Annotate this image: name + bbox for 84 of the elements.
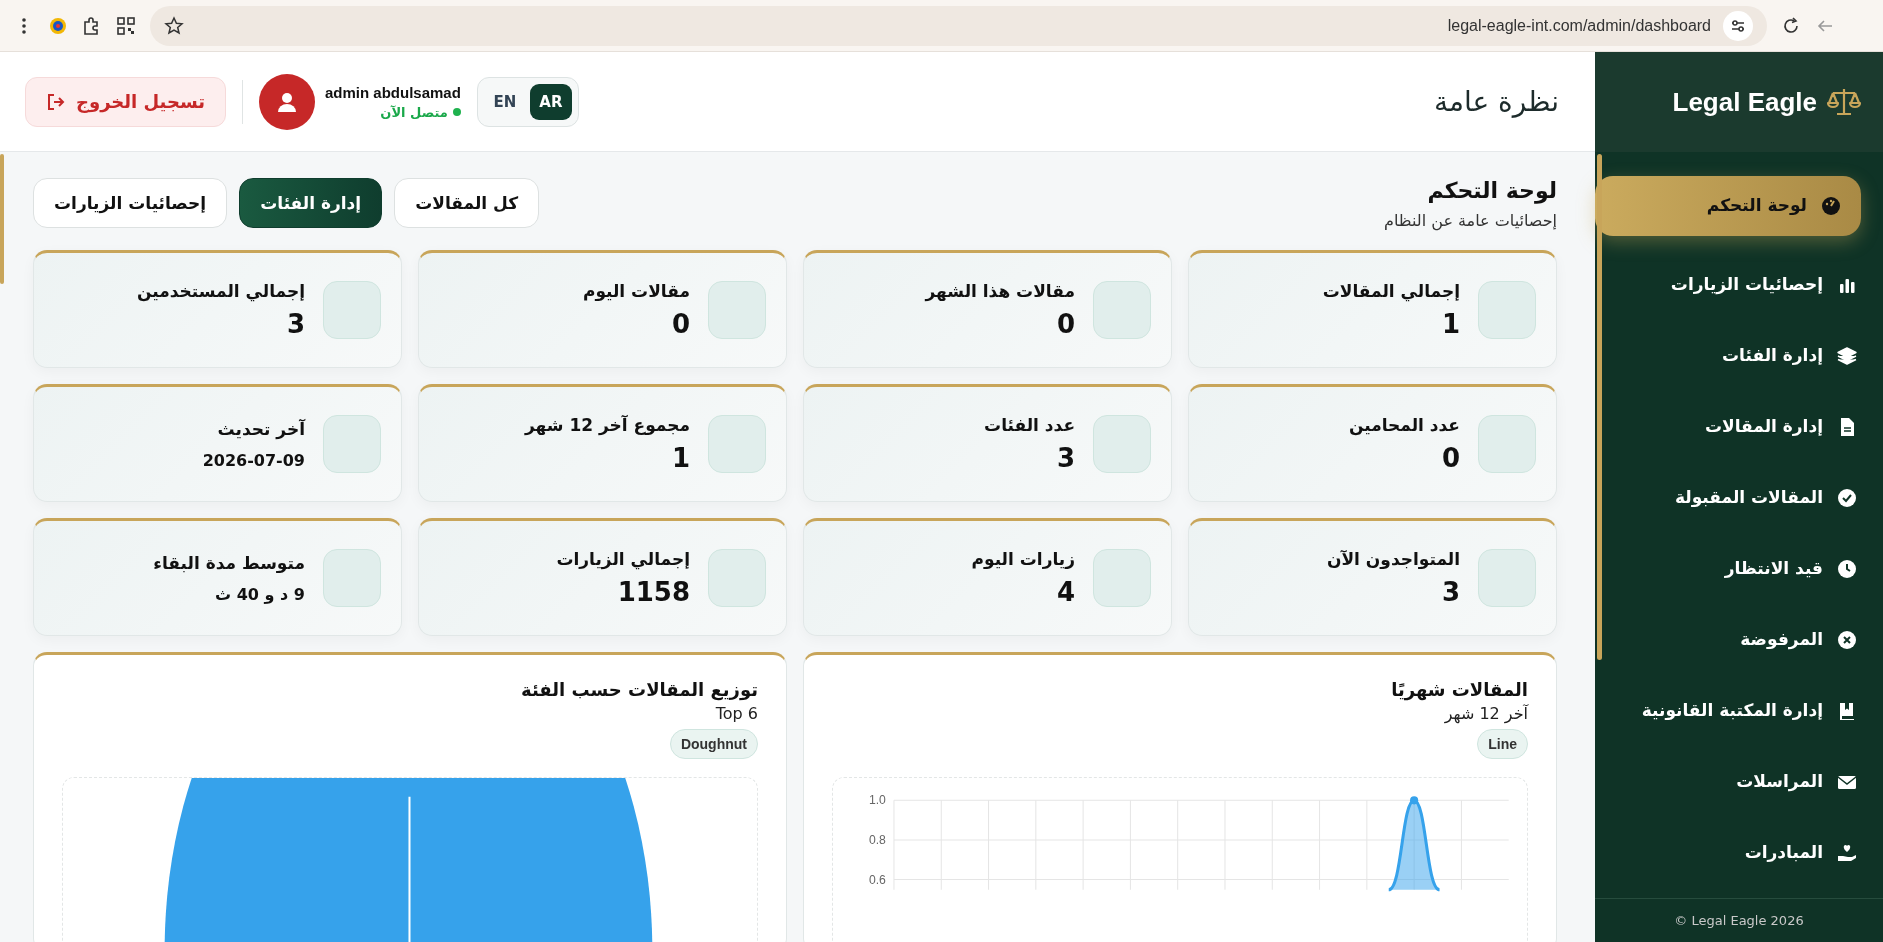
icon-tile xyxy=(1478,415,1536,473)
address-bar[interactable]: legal-eagle-int.com/admin/dashboard xyxy=(150,5,1767,46)
user-name: admin abdulsamad xyxy=(325,83,461,101)
icon-tile xyxy=(323,549,381,607)
scales-icon xyxy=(1827,87,1861,117)
action-button[interactable]: كل المقالات xyxy=(394,178,540,228)
stat-value: 1 xyxy=(1440,309,1460,339)
stat-value: 3 xyxy=(285,309,305,339)
qr-code-icon[interactable] xyxy=(116,15,136,36)
icon-tile xyxy=(708,549,766,607)
icon-tile xyxy=(323,415,381,473)
chart-type-badge: Doughnut xyxy=(669,729,758,759)
icon-tile xyxy=(708,281,766,339)
stat-label: آخر تحديث xyxy=(216,418,305,439)
logout-button[interactable]: تسجيل الخروج xyxy=(25,76,226,127)
chart-subtitle: آخر 12 شهر xyxy=(1444,704,1528,723)
icon-tile xyxy=(1478,549,1536,607)
language-option[interactable]: AR xyxy=(529,83,572,120)
stat-value: 4 xyxy=(1055,577,1075,607)
scrollbar-thumb[interactable] xyxy=(1597,154,1602,660)
stat-label: متوسط مدة البقاء xyxy=(153,552,305,573)
stat-value: 0 xyxy=(1440,443,1460,473)
reload-icon[interactable] xyxy=(1781,15,1801,36)
stat-label: إجمالي المقالات xyxy=(1322,281,1460,301)
stat-label: مجموع آخر 12 شهر xyxy=(524,415,690,435)
chart-title: المقالات شهريًا xyxy=(1391,679,1528,700)
stat-label: عدد الفئات xyxy=(984,415,1075,435)
brand-name: Legal Eagle xyxy=(1672,86,1817,118)
globe-icon[interactable] xyxy=(48,15,68,36)
nav-item[interactable]: المراسلات xyxy=(1595,747,1883,816)
footer-text: Legal Eagle 2026 © xyxy=(1595,898,1883,942)
logout-icon xyxy=(46,91,66,112)
check-icon xyxy=(1837,487,1857,508)
nav-item[interactable]: إدارة المكتبة القانونية xyxy=(1595,676,1883,745)
nav-item[interactable]: المبادرات xyxy=(1595,818,1883,887)
chart-type-badge: Line xyxy=(1477,729,1528,759)
language-option[interactable]: EN xyxy=(483,83,526,120)
nav-item[interactable]: إدارة المقالات xyxy=(1595,392,1883,461)
nav-item[interactable]: إحصائيات الزيارات xyxy=(1595,250,1883,319)
star-icon[interactable] xyxy=(164,15,184,36)
nav-item[interactable]: إدارة الفئات xyxy=(1595,321,1883,390)
stat-value: 1158 xyxy=(616,577,690,607)
chart-subtitle: Top 6 xyxy=(715,704,758,723)
y-tick-label: 0.6 xyxy=(868,872,886,887)
cross-icon xyxy=(1837,629,1857,650)
stat-value: 9 د و 40 ث xyxy=(214,584,305,604)
stat-label: عدد المحامين xyxy=(1348,415,1460,435)
chart-title: توزيع المقالات حسب الفئة xyxy=(521,679,758,700)
y-tick-label: 0.8 xyxy=(868,833,886,848)
site-settings-icon[interactable] xyxy=(1723,10,1753,41)
stat-label: إجمالي المستخدمين xyxy=(136,281,305,301)
action-button[interactable]: إحصائيات الزيارات xyxy=(33,178,228,228)
stat-label: إجمالي الزيارات xyxy=(556,549,690,569)
book-icon xyxy=(1837,700,1857,721)
header-title: نظرة عامة xyxy=(1433,85,1559,118)
action-button[interactable]: إدارة الفئات xyxy=(239,178,383,228)
stat-value: 3 xyxy=(1055,443,1075,473)
layers-icon xyxy=(1837,345,1857,366)
page-subtitle: إحصائيات عامة عن النظام xyxy=(1384,211,1557,230)
y-tick-label: 1.0 xyxy=(868,793,886,808)
icon-tile xyxy=(708,415,766,473)
icon-tile xyxy=(1093,415,1151,473)
stat-label: زيارات اليوم xyxy=(971,549,1075,569)
page-title: لوحة التحكم xyxy=(1426,178,1557,203)
stat-value: 0 xyxy=(1055,309,1075,339)
icon-tile xyxy=(1478,281,1536,339)
stat-value: 3 xyxy=(1440,577,1460,607)
stat-label: مقالات هذا الشهر xyxy=(925,281,1075,301)
stat-value: 2026-07-09 xyxy=(202,450,305,470)
stat-value: 0 xyxy=(670,309,690,339)
nav-item[interactable]: قيد الانتظار xyxy=(1595,534,1883,603)
icon-tile xyxy=(323,281,381,339)
icon-tile xyxy=(1093,549,1151,607)
gauge-icon xyxy=(1821,196,1841,216)
stat-label: المتواجدون الآن xyxy=(1326,549,1460,569)
nav-item[interactable]: لوحة التحكم xyxy=(1595,176,1861,236)
online-status: متصل الآن xyxy=(380,104,461,120)
stat-label: مقالات اليوم xyxy=(582,281,690,301)
hand-icon xyxy=(1837,842,1857,863)
icon-tile xyxy=(1093,281,1151,339)
stat-value: 1 xyxy=(670,443,690,473)
nav-item[interactable]: المقالات المقبولة xyxy=(1595,463,1883,532)
clock-icon xyxy=(1837,558,1857,579)
url-text: legal-eagle-int.com/admin/dashboard xyxy=(1447,16,1711,35)
